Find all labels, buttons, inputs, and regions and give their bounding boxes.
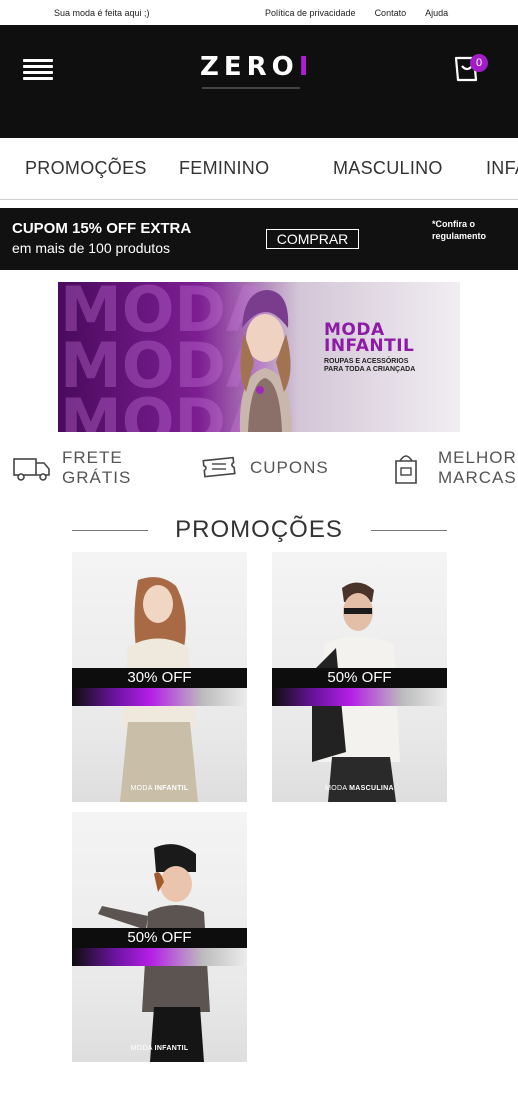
feature-free-shipping: FRETE GRÁTIS bbox=[12, 448, 131, 488]
card-category-label: MODA MASCULINA bbox=[325, 785, 394, 792]
coupon-subtitle: em mais de 100 produtos bbox=[12, 240, 170, 256]
feature-line2: GRÁTIS bbox=[62, 468, 132, 487]
banner-title: MODA INFANTIL bbox=[324, 320, 415, 356]
privacy-policy-link[interactable]: Política de privacidade bbox=[265, 8, 356, 18]
top-links: Política de privacidade Contato Ajuda bbox=[265, 8, 467, 18]
logo-text: ZERO bbox=[200, 52, 299, 82]
site-header: ZEROI 0 bbox=[0, 25, 518, 138]
coupon-title: CUPOM 15% OFF EXTRA bbox=[12, 220, 192, 237]
cart-count-badge: 0 bbox=[470, 54, 488, 72]
tag-icon bbox=[395, 455, 417, 484]
banner-subtitle: ROUPAS E ACESSÓRIOS PARA TODA A CRIANÇADA bbox=[324, 358, 416, 373]
feature-line1: MELHORES bbox=[438, 448, 518, 467]
logo-accent: I bbox=[298, 52, 314, 82]
discount-label: 30% OFF bbox=[127, 669, 192, 686]
nav-item-infantil[interactable]: INFANTIL bbox=[486, 158, 518, 179]
discount-label: 50% OFF bbox=[327, 669, 392, 686]
promo-card[interactable]: 50% OFF MODA MASCULINA bbox=[272, 552, 447, 802]
cart-button[interactable]: 0 bbox=[454, 54, 488, 86]
features-strip: FRETE GRÁTIS CUPONS MELHORES MARCAS bbox=[0, 442, 518, 498]
logo-underline bbox=[202, 87, 300, 89]
card-category-label: MODA INFANTIL bbox=[130, 785, 189, 792]
help-link[interactable]: Ajuda bbox=[425, 8, 448, 18]
nav-item-masculino[interactable]: MASCULINO bbox=[333, 158, 443, 179]
discount-band-gradient bbox=[272, 688, 447, 706]
divider-right bbox=[371, 530, 447, 531]
feature-coupons: CUPONS bbox=[200, 451, 329, 485]
coupon-promo-bar: CUPOM 15% OFF EXTRA em mais de 100 produ… bbox=[0, 208, 518, 270]
feature-line1: CUPONS bbox=[250, 458, 329, 477]
top-bar: Sua moda é feita aqui ;) Política de pri… bbox=[0, 0, 518, 25]
feature-line2: MARCAS bbox=[438, 468, 517, 487]
promo-card[interactable]: 50% OFF MODA INFANTIL bbox=[72, 812, 247, 1062]
contact-link[interactable]: Contato bbox=[375, 8, 407, 18]
category-nav: PROMOÇÕES FEMININO MASCULINO INFANTIL bbox=[0, 138, 518, 200]
logo[interactable]: ZEROI bbox=[200, 52, 309, 86]
card-category-label: MODA INFANTIL bbox=[130, 1045, 189, 1052]
feature-line1: FRETE bbox=[62, 448, 123, 467]
ticket-icon bbox=[202, 456, 236, 478]
kids-fashion-banner[interactable]: MODA MODA MODA MODA INFANTIL ROUPAS E ACESS… bbox=[58, 282, 460, 432]
discount-band-gradient bbox=[72, 948, 247, 966]
feature-best-brands: MELHORES MARCAS bbox=[388, 448, 518, 488]
discount-label: 50% OFF bbox=[127, 929, 192, 946]
nav-item-promocoes[interactable]: PROMOÇÕES bbox=[25, 158, 147, 179]
promotions-section-title: PROMOÇÕES bbox=[0, 516, 518, 546]
tagline: Sua moda é feita aqui ;) bbox=[54, 8, 150, 18]
nav-item-feminino[interactable]: FEMININO bbox=[179, 158, 269, 179]
regulation-note[interactable]: *Confira o regulamento bbox=[432, 218, 512, 242]
comprar-button[interactable]: COMPRAR bbox=[266, 229, 359, 249]
banner-girl-photo bbox=[239, 290, 292, 432]
truck-icon bbox=[13, 458, 50, 481]
promo-card[interactable]: 30% OFF MODA INFANTIL bbox=[72, 552, 247, 802]
hamburger-icon[interactable] bbox=[23, 59, 53, 83]
discount-band-gradient bbox=[72, 688, 247, 706]
